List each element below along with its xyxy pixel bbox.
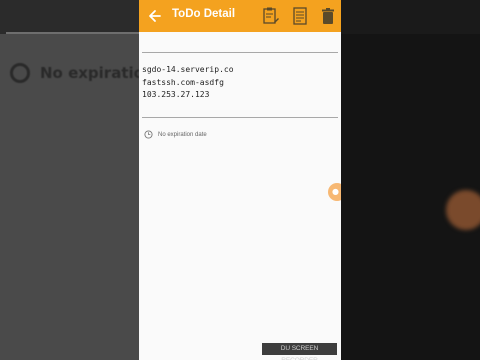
page-title: ToDo Detail xyxy=(172,8,236,20)
clock-icon xyxy=(144,130,153,139)
app-bar: ToDo Detail xyxy=(139,0,341,32)
phone-screen: ToDo Detail sgdo-14.serverip.co fastssh.… xyxy=(139,0,341,360)
top-divider xyxy=(142,52,338,53)
todo-line: 103.253.27.123 xyxy=(142,90,210,99)
bottom-divider xyxy=(142,117,338,118)
background-left-panel xyxy=(0,0,139,360)
background-right-panel xyxy=(341,0,480,360)
delete-trash-icon[interactable] xyxy=(319,6,337,26)
background-right-appbar xyxy=(341,0,480,34)
fab-icon: ● xyxy=(332,187,339,196)
floating-action-button[interactable]: ● xyxy=(328,183,341,201)
expiration-label: No expiration date xyxy=(158,131,207,138)
edit-note-icon[interactable] xyxy=(262,6,280,26)
save-document-icon[interactable] xyxy=(291,6,309,26)
watermark: DU SCREEN RECORDER xyxy=(262,343,337,360)
todo-line: sgdo-14.serverip.co xyxy=(142,65,234,74)
back-arrow-icon[interactable] xyxy=(148,8,162,24)
todo-content: sgdo-14.serverip.co fastssh.com-asdfg 10… xyxy=(142,64,338,102)
background-left-expiration: No expiration xyxy=(10,63,139,83)
todo-line: fastssh.com-asdfg xyxy=(142,77,224,87)
background-left-label: No expiration xyxy=(40,64,139,82)
background-left-appbar xyxy=(0,0,139,34)
background-fab-blur xyxy=(446,190,480,230)
expiration-row[interactable]: No expiration date xyxy=(144,130,207,139)
background-left-divider xyxy=(6,32,139,34)
background-clock-icon xyxy=(10,63,30,83)
